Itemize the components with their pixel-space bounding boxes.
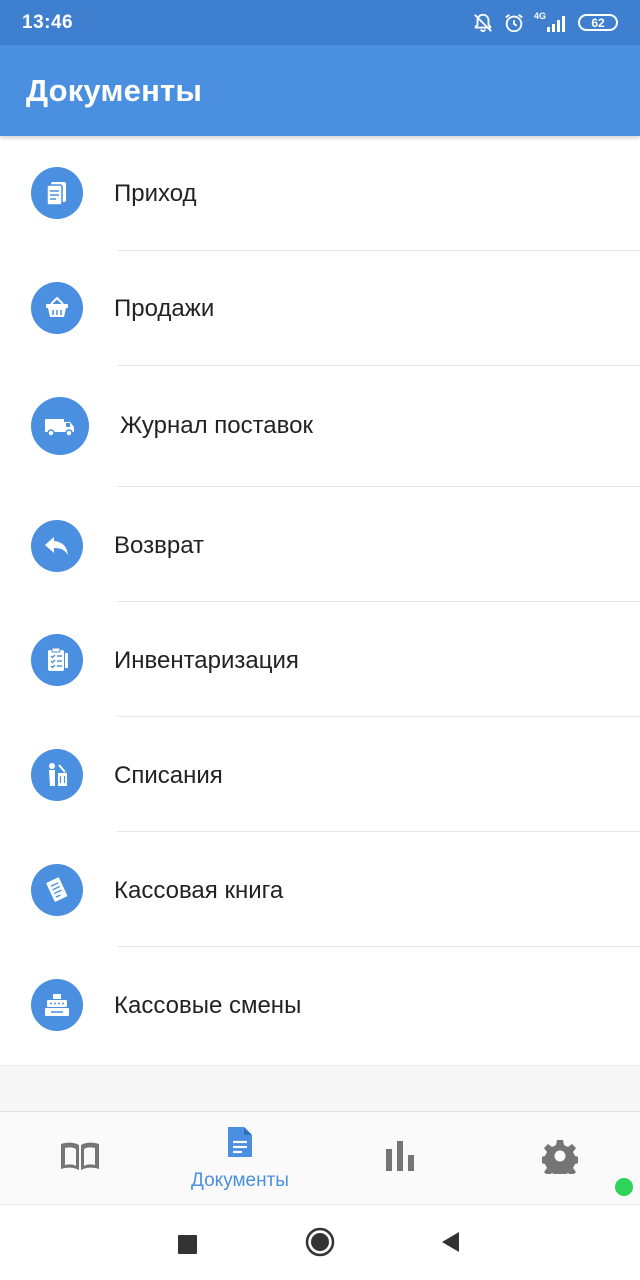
page-title: Документы: [26, 72, 203, 108]
recent-apps-button[interactable]: [170, 1227, 204, 1261]
app-bar: Документы: [0, 45, 640, 136]
reply-arrow-icon: [31, 520, 83, 572]
tab-directory[interactable]: [0, 1112, 160, 1205]
list-item-label: Журнал поставок: [120, 412, 313, 439]
list-item-income[interactable]: Приход: [0, 136, 640, 251]
tab-documents[interactable]: Документы: [160, 1112, 320, 1205]
basket-icon: [31, 282, 83, 334]
list-item-label: Приход: [114, 180, 197, 207]
circle-icon: [304, 1226, 336, 1263]
document-icon: [226, 1125, 254, 1164]
bar-chart-icon: [384, 1139, 416, 1178]
battery-icon: 62: [578, 14, 618, 31]
ledger-icon: [31, 864, 83, 916]
status-time: 13:46: [22, 11, 74, 33]
truck-icon: [31, 397, 89, 455]
list-item-return[interactable]: Возврат: [0, 487, 640, 602]
list-item-label: Кассовая книга: [114, 877, 284, 904]
list-item-label: Кассовые смены: [114, 992, 302, 1019]
signal-icon: [547, 14, 569, 32]
clipboard-docs-icon: [31, 167, 83, 219]
gear-icon: [540, 1138, 580, 1180]
list-item-label: Возврат: [114, 532, 204, 559]
book-icon: [59, 1139, 101, 1178]
home-button[interactable]: [303, 1227, 337, 1261]
list-footer-space: [0, 1065, 640, 1111]
back-button[interactable]: [433, 1227, 467, 1261]
cash-register-icon: [31, 979, 83, 1031]
tab-reports[interactable]: [320, 1112, 480, 1205]
list-item-label: Списания: [114, 762, 223, 789]
list-item-cash-shifts[interactable]: Кассовые смены: [0, 947, 640, 1064]
list-item-cash-book[interactable]: Кассовая книга: [0, 832, 640, 947]
system-navigation-bar: [0, 1204, 640, 1280]
network-label: 4G: [533, 11, 546, 21]
battery-level: 62: [591, 15, 605, 30]
online-indicator: [615, 1178, 633, 1196]
square-icon: [177, 1234, 197, 1254]
list-item-inventory[interactable]: Инвентаризация: [0, 602, 640, 717]
bottom-navigation: Документы: [0, 1111, 640, 1204]
list-item-label: Продажи: [114, 295, 215, 322]
alarm-icon: [503, 12, 525, 34]
list-item-supply-log[interactable]: Журнал поставок: [0, 366, 640, 487]
tab-label: Документы: [191, 1170, 289, 1191]
triangle-back-icon: [439, 1230, 461, 1259]
status-icons: 4G 62: [472, 12, 618, 34]
checklist-icon: [31, 634, 83, 686]
notifications-off-icon: [472, 12, 494, 34]
list-item-sales[interactable]: Продажи: [0, 251, 640, 366]
status-bar: 13:46 4G 62: [0, 0, 640, 45]
trash-disposal-icon: [31, 749, 83, 801]
documents-list: Приход Продажи Журнал поставок Возврат И…: [0, 136, 640, 1065]
list-item-write-offs[interactable]: Списания: [0, 717, 640, 832]
list-item-label: Инвентаризация: [114, 647, 299, 674]
